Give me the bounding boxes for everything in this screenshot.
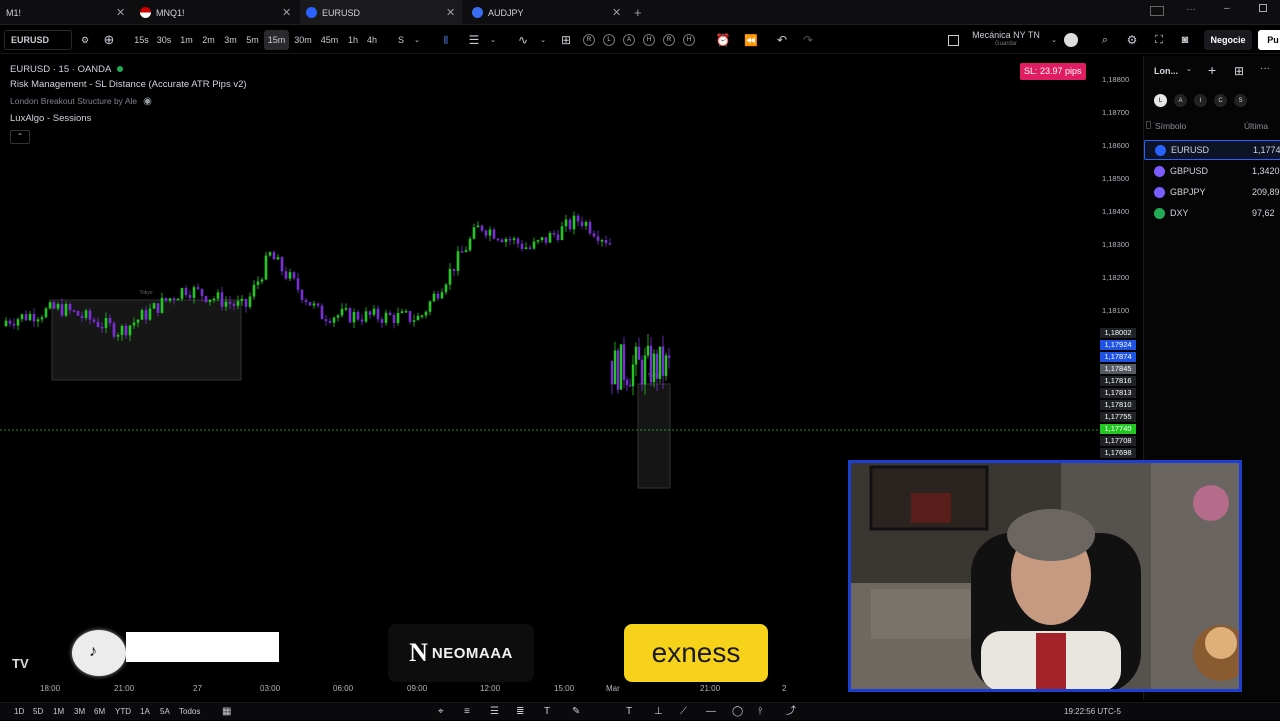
watchlist-symbol: GBPUSD	[1170, 166, 1209, 176]
tradingview-logo: TV	[12, 656, 29, 671]
advanced-view-icon[interactable]: ⊞	[1234, 64, 1244, 78]
time-tick-label: 27	[193, 684, 202, 693]
crosshair-icon[interactable]: ⌖	[438, 703, 444, 721]
watchlist-row-gbpusd[interactable]: GBPUSD 1,3420	[1144, 161, 1280, 181]
text-tool-icon[interactable]: T	[544, 703, 550, 721]
watchlist-price: 1,3420	[1252, 166, 1280, 176]
currency-icon	[1154, 165, 1165, 177]
lines-icon[interactable]: ≡	[464, 703, 470, 721]
range-ytd[interactable]: YTD	[115, 703, 131, 721]
bottom-toolbar: 1D 5D 1M 3M 6M YTD 1A 5A Todos ▦ ⌖ ≡ ☰ ≣…	[0, 702, 1280, 720]
watchlist-name[interactable]: Lon...	[1154, 66, 1178, 76]
maximize-icon[interactable]	[1259, 4, 1267, 12]
filter-chip[interactable]: S	[1234, 94, 1247, 107]
time-tick-label: 15:00	[554, 684, 575, 693]
watchlist-symbol: GBPJPY	[1170, 187, 1206, 197]
window-icon[interactable]	[1150, 6, 1164, 16]
watchlist-row-gbpjpy[interactable]: GBPJPY 209,89	[1144, 182, 1280, 202]
fullscreen-icon[interactable]: ⛶	[1150, 26, 1168, 54]
range-5d[interactable]: 5D	[33, 703, 43, 721]
neomaaa-logo: N NEOMAAA	[388, 624, 534, 682]
filter-chip[interactable]: A	[1174, 94, 1187, 107]
music-note-icon: ♪	[89, 643, 97, 660]
watchlist-row-eurusd[interactable]: EURUSD 1,1774	[1144, 140, 1280, 160]
webcam-overlay	[848, 460, 1242, 692]
watchlist-row-dxy[interactable]: DXY 97,62	[1144, 203, 1280, 223]
watchlist-symbol: DXY	[1170, 208, 1189, 218]
neomaaa-wordmark: NEOMAAA	[431, 644, 513, 662]
measure-icon[interactable]: ⊥	[654, 703, 663, 721]
exness-wordmark: exness	[651, 637, 741, 668]
watchlist-filters: L A I C S	[1154, 94, 1247, 107]
range-1d[interactable]: 1D	[14, 703, 24, 721]
time-tick-label: 21:00	[700, 684, 721, 693]
time-tick-label: 12:00	[480, 684, 501, 693]
clock[interactable]: 19:22:56 UTC-5	[1064, 703, 1121, 721]
watchlist-symbol: EURUSD	[1171, 145, 1210, 155]
camera-icon[interactable]: ◙	[1176, 26, 1194, 54]
minimize-icon[interactable]: –	[1224, 3, 1230, 14]
column-last[interactable]: Última	[1244, 121, 1268, 131]
range-all[interactable]: Todos	[179, 703, 200, 721]
watchlist-price: 1,1774	[1253, 145, 1280, 155]
time-tick-label: Mar	[606, 684, 620, 693]
filter-chip[interactable]: L	[1154, 94, 1167, 107]
exness-logo: exness	[624, 624, 768, 682]
fib-icon[interactable]: ☰	[490, 703, 499, 721]
trade-button[interactable]: Negocie	[1204, 30, 1252, 50]
more-icon[interactable]: ···	[1260, 63, 1270, 74]
circle-icon[interactable]: ◯	[732, 703, 743, 721]
range-1a[interactable]: 1A	[140, 703, 150, 721]
publish-button[interactable]: Pu	[1258, 30, 1280, 50]
text-icon[interactable]: T	[626, 703, 632, 721]
chevron-down-icon[interactable]: ⌄	[1186, 65, 1192, 73]
time-tick-label: 2	[782, 684, 787, 693]
more-icon[interactable]: ···	[1186, 4, 1196, 15]
time-tick-label: 03:00	[260, 684, 281, 693]
watchlist-price: 209,89	[1252, 187, 1280, 197]
filter-chip[interactable]: C	[1214, 94, 1227, 107]
time-tick-label: 09:00	[407, 684, 428, 693]
tiktok-follow-overlay: ♪	[72, 630, 280, 676]
time-tick-label: 21:00	[114, 684, 135, 693]
range-5a[interactable]: 5A	[160, 703, 170, 721]
trend-icon[interactable]: ⤴	[786, 703, 796, 721]
time-tick-label: 06:00	[333, 684, 354, 693]
time-tick-label: 18:00	[40, 684, 61, 693]
ruler-icon[interactable]: ⟋	[680, 703, 687, 721]
grip-icon[interactable]	[1146, 121, 1151, 129]
tiktok-icon: ♪	[72, 630, 126, 676]
brush-icon[interactable]: ✎	[572, 703, 580, 721]
horizontal-line-icon[interactable]: —	[706, 703, 716, 721]
column-symbol[interactable]: Símbolo	[1155, 121, 1186, 131]
dollar-icon	[1154, 207, 1165, 219]
range-1m[interactable]: 1M	[53, 703, 64, 721]
add-symbol-icon[interactable]: +	[1208, 62, 1216, 78]
currency-icon	[1155, 144, 1166, 156]
watchlist-price: 97,62	[1252, 208, 1275, 218]
currency-icon	[1154, 186, 1165, 198]
pattern-icon[interactable]: ≣	[516, 703, 524, 721]
follow-banner	[126, 632, 279, 662]
calendar-icon[interactable]: ▦	[222, 703, 231, 721]
watchlist-header: Símbolo Última	[1146, 119, 1279, 133]
range-6m[interactable]: 6M	[94, 703, 105, 721]
range-3m[interactable]: 3M	[74, 703, 85, 721]
neomaaa-mark: N	[409, 638, 428, 667]
streamer-video	[851, 463, 1239, 689]
fork-icon[interactable]: ⫯	[758, 703, 762, 721]
filter-chip[interactable]: I	[1194, 94, 1207, 107]
